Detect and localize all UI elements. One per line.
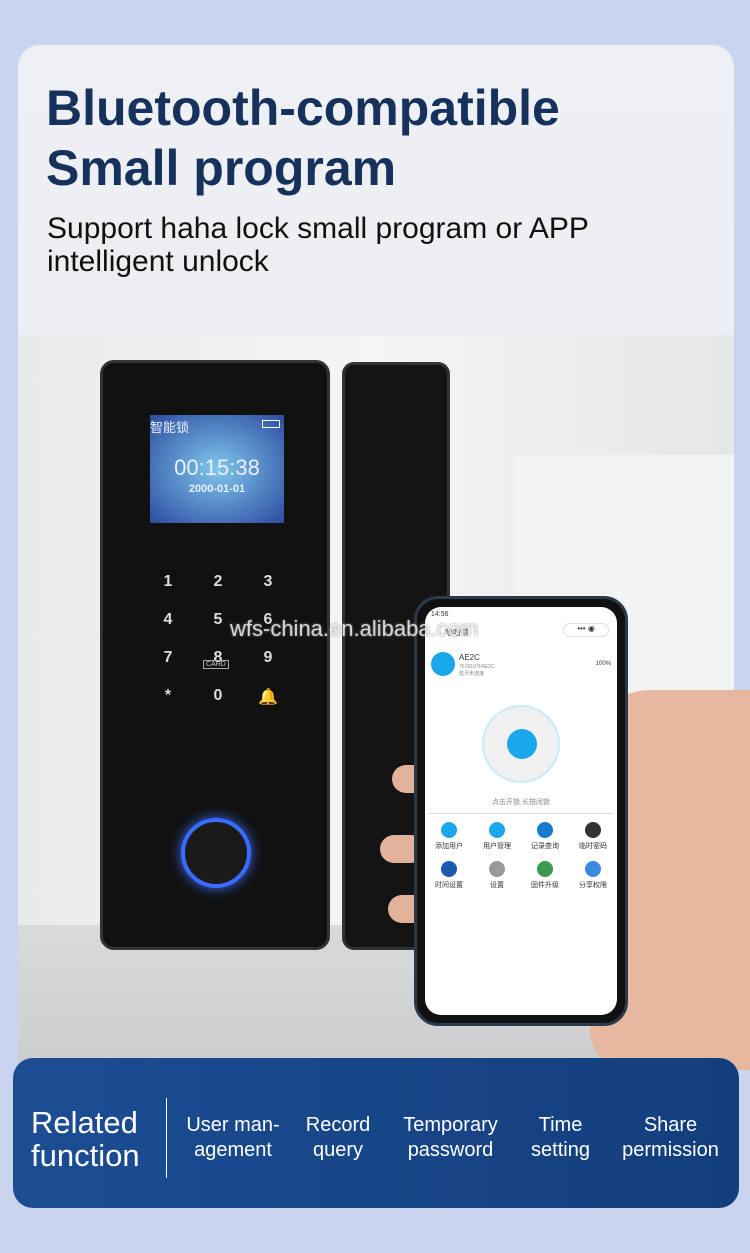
menu-item-icon — [537, 861, 553, 877]
divider — [166, 1098, 167, 1178]
device-name: AE2C — [459, 653, 480, 662]
padlock-icon — [507, 729, 537, 759]
battery-icon — [262, 420, 280, 428]
capsule-menu[interactable]: ••• ◉ — [563, 623, 609, 637]
lock-display-label: 智能锁 — [150, 420, 190, 435]
phone-screen: 14:56 哈哈锁 ••• ◉ AE2C 7F39197FAE2C 蓝牙未连接 … — [425, 607, 617, 1015]
key[interactable]: 7 — [143, 649, 193, 667]
key[interactable]: 4 — [143, 611, 193, 629]
menu-item[interactable]: 记录查询 — [521, 822, 569, 851]
menu-item-icon — [537, 822, 553, 838]
menu-item-label: 记录查询 — [531, 843, 559, 850]
battery-level: 100% — [595, 661, 611, 667]
watermark: wfs-china.en.alibaba.com — [230, 616, 479, 641]
menu-item-label: 分享权限 — [579, 882, 607, 889]
menu-item-icon — [441, 822, 457, 838]
bt-status: 蓝牙未连接 — [459, 671, 485, 677]
menu-item-icon — [489, 861, 505, 877]
subtitle: Support haha lock small program or APP in… — [47, 212, 589, 278]
function-user-management: User man-agement — [186, 1114, 280, 1161]
lock-display: 智能锁 00:15:38 2000-01-01 — [150, 415, 284, 523]
function-record-query: Record query — [305, 1114, 371, 1161]
menu-item[interactable]: 设置 — [473, 861, 521, 890]
menu-item-icon — [489, 822, 505, 838]
menu-item[interactable]: 时间设置 — [425, 861, 473, 890]
function-temporary-password: Temporary password — [403, 1114, 498, 1161]
related-function-banner: Related function User man-agement Record q… — [13, 1058, 739, 1208]
key[interactable]: * — [143, 687, 193, 707]
page-title: Bluetooth-compatible Small program — [46, 80, 560, 196]
menu-item-label: 固件升级 — [531, 882, 559, 889]
unlock-button[interactable] — [482, 705, 560, 783]
menu-item[interactable]: 添加用户 — [425, 822, 473, 851]
menu-item[interactable]: 固件升级 — [521, 861, 569, 890]
key[interactable]: 9 — [243, 649, 293, 667]
menu-item-label: 用户管理 — [483, 843, 511, 850]
menu-item[interactable]: 用户管理 — [473, 822, 521, 851]
menu-item-label: 时间设置 — [435, 882, 463, 889]
menu-item-label: 添加用户 — [435, 843, 463, 850]
function-time-setting: Time setting — [531, 1114, 590, 1161]
banner-title: Related function — [31, 1105, 140, 1173]
bell-icon[interactable]: 🔔 — [243, 687, 293, 707]
card-label: CARD — [203, 660, 229, 669]
smartphone: 14:56 哈哈锁 ••• ◉ AE2C 7F39197FAE2C 蓝牙未连接 … — [414, 596, 628, 1026]
key[interactable]: 3 — [243, 573, 293, 591]
menu-item[interactable]: 分享权限 — [569, 861, 617, 890]
key[interactable]: 2 — [193, 573, 243, 591]
lock-date: 2000-01-01 — [188, 483, 246, 495]
unlock-hint: 点击开锁,长按闭锁 — [492, 799, 550, 806]
menu-item-label: 临时密码 — [579, 843, 607, 850]
menu-item[interactable]: 临时密码 — [569, 822, 617, 851]
door-lock-panel: 智能锁 00:15:38 2000-01-01 123 456 789 * 0 🔔 … — [100, 360, 330, 950]
menu-item-label: 设置 — [490, 882, 504, 889]
lock-time: 00:15:38 — [174, 455, 260, 480]
function-menu: 添加用户 用户管理 记录查询 临时密码时间设置 设置 固件升级 分享权限 — [425, 822, 617, 890]
menu-item-icon — [585, 822, 601, 838]
key[interactable]: 1 — [143, 573, 193, 591]
fingerprint-sensor[interactable] — [181, 818, 251, 888]
menu-item-icon — [441, 861, 457, 877]
menu-item-icon — [585, 861, 601, 877]
lock-device-icon — [431, 652, 455, 676]
function-share-permission: Share permission — [622, 1114, 719, 1161]
key[interactable]: 0 — [193, 687, 243, 707]
